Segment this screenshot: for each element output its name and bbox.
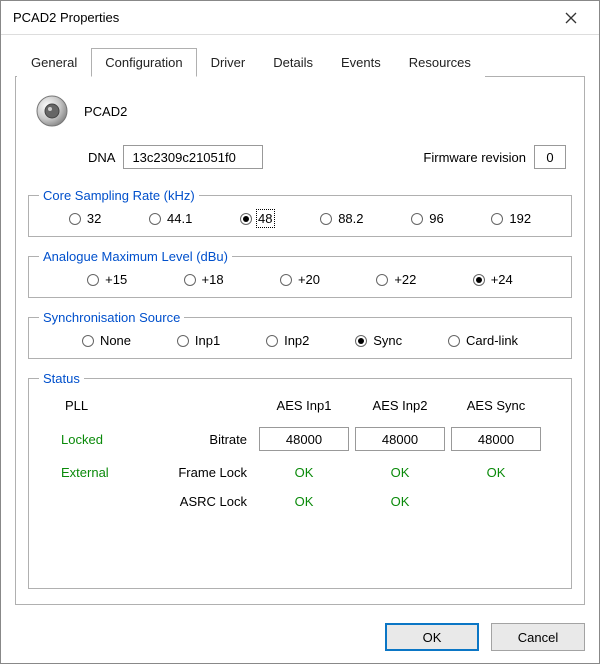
configuration-panel: PCAD2 DNA 13c2309c21051f0 Firmware revis…: [15, 77, 585, 605]
radio-rate-32[interactable]: 32: [69, 211, 101, 226]
tab-strip: General Configuration Driver Details Eve…: [15, 47, 585, 77]
radio-rate-192[interactable]: 192: [491, 211, 531, 226]
bitrate-inp2: 48000: [355, 427, 445, 451]
radio-sync-inp1[interactable]: Inp1: [177, 333, 220, 348]
tab-general[interactable]: General: [17, 48, 91, 77]
dna-value: 13c2309c21051f0: [123, 145, 263, 169]
device-info-row: DNA 13c2309c21051f0 Firmware revision 0: [88, 145, 566, 169]
radio-sync-inp2[interactable]: Inp2: [266, 333, 309, 348]
radio-level-24[interactable]: +24: [473, 272, 513, 287]
status-header-inp1: AES Inp1: [259, 398, 349, 413]
row-label-asrclock: ASRC Lock: [153, 494, 253, 509]
radio-rate-88-2[interactable]: 88.2: [320, 211, 363, 226]
dna-label: DNA: [88, 150, 115, 165]
radio-rate-48[interactable]: 48: [240, 211, 272, 226]
pll-status-locked: Locked: [47, 432, 147, 447]
radio-level-15[interactable]: +15: [87, 272, 127, 287]
device-name: PCAD2: [84, 104, 127, 119]
close-icon[interactable]: [551, 4, 591, 32]
legend-sampling-rate: Core Sampling Rate (kHz): [39, 188, 199, 203]
radio-sync-sync[interactable]: Sync: [355, 333, 402, 348]
legend-status: Status: [39, 371, 84, 386]
pll-status-external: External: [47, 465, 147, 480]
radio-level-20[interactable]: +20: [280, 272, 320, 287]
device-header: PCAD2: [34, 93, 572, 129]
radio-level-22[interactable]: +22: [376, 272, 416, 287]
status-header-pll: PLL: [47, 398, 147, 413]
framelock-inp1: OK: [259, 465, 349, 480]
status-header-sync: AES Sync: [451, 398, 541, 413]
tab-events[interactable]: Events: [327, 48, 395, 77]
asrclock-inp2: OK: [355, 494, 445, 509]
radio-rate-44-1[interactable]: 44.1: [149, 211, 192, 226]
bitrate-inp1: 48000: [259, 427, 349, 451]
firmware-value: 0: [534, 145, 566, 169]
status-header-inp2: AES Inp2: [355, 398, 445, 413]
window-title: PCAD2 Properties: [13, 10, 551, 25]
framelock-inp2: OK: [355, 465, 445, 480]
properties-dialog: PCAD2 Properties General Configuration D…: [0, 0, 600, 664]
legend-sync-source: Synchronisation Source: [39, 310, 184, 325]
group-status: Status PLL AES Inp1 AES Inp2 AES Sync Lo…: [28, 371, 572, 589]
group-max-level: Analogue Maximum Level (dBu) +15 +18 +20…: [28, 249, 572, 298]
row-label-bitrate: Bitrate: [153, 432, 253, 447]
titlebar: PCAD2 Properties: [1, 1, 599, 35]
asrclock-inp1: OK: [259, 494, 349, 509]
radio-sync-cardlink[interactable]: Card-link: [448, 333, 518, 348]
tab-details[interactable]: Details: [259, 48, 327, 77]
firmware-label: Firmware revision: [423, 150, 526, 165]
group-sync-source: Synchronisation Source None Inp1 Inp2 Sy…: [28, 310, 572, 359]
speaker-icon: [34, 93, 70, 129]
radio-rate-96[interactable]: 96: [411, 211, 443, 226]
dialog-buttons: OK Cancel: [1, 613, 599, 663]
framelock-sync: OK: [451, 465, 541, 480]
tab-configuration[interactable]: Configuration: [91, 48, 196, 77]
ok-button[interactable]: OK: [385, 623, 479, 651]
row-label-framelock: Frame Lock: [153, 465, 253, 480]
content-area: General Configuration Driver Details Eve…: [1, 35, 599, 613]
tab-driver[interactable]: Driver: [197, 48, 260, 77]
radio-sync-none[interactable]: None: [82, 333, 131, 348]
radio-level-18[interactable]: +18: [184, 272, 224, 287]
cancel-button[interactable]: Cancel: [491, 623, 585, 651]
group-sampling-rate: Core Sampling Rate (kHz) 32 44.1 48 88.2…: [28, 188, 572, 237]
bitrate-sync: 48000: [451, 427, 541, 451]
legend-max-level: Analogue Maximum Level (dBu): [39, 249, 232, 264]
tab-resources[interactable]: Resources: [395, 48, 485, 77]
